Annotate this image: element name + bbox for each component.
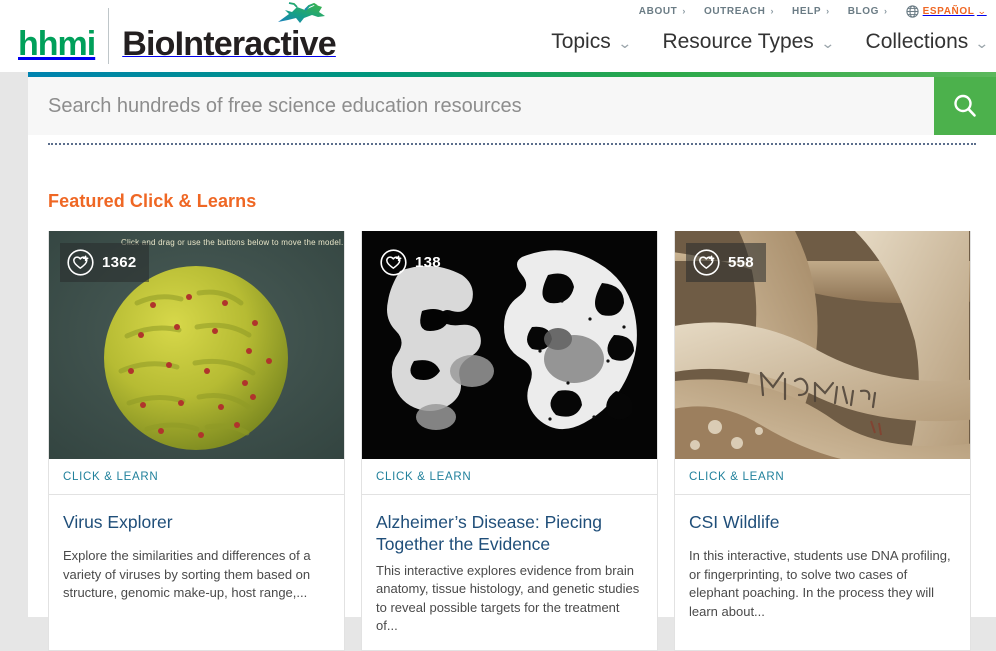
chevron-right-icon: › — [884, 6, 888, 16]
card-title[interactable]: Alzheimer’s Disease: Piecing Together th… — [376, 511, 643, 556]
globe-icon — [905, 5, 919, 18]
section-divider — [48, 143, 976, 145]
page-title: Featured Click & Learns — [48, 191, 257, 211]
main-nav: Topics ⌄ Resource Types ⌄ Collections ⌄ — [551, 30, 990, 54]
card-description: In this interactive, students use DNA pr… — [689, 548, 951, 619]
card-body: CSI Wildlife In this interactive, studen… — [675, 495, 970, 635]
card-body: Virus Explorer Explore the similarities … — [49, 495, 344, 617]
utility-nav-item-about[interactable]: ABOUT › — [639, 6, 686, 17]
chevron-right-icon: › — [770, 6, 775, 16]
search-submit-button[interactable] — [934, 77, 996, 135]
card-kicker: CLICK & LEARN — [362, 459, 657, 495]
site-header: ABOUT › OUTREACH › HELP › BLOG › ESPAÑOL… — [0, 0, 996, 72]
main-content: Featured Click & Learns Click and drag o… — [28, 135, 996, 651]
nav-item-collections[interactable]: Collections ⌄ — [865, 30, 990, 54]
nav-item-resource-types[interactable]: Resource Types ⌄ — [662, 30, 836, 54]
card-title[interactable]: Virus Explorer — [63, 511, 330, 533]
logo-divider — [108, 8, 110, 64]
utility-nav-label: OUTREACH — [703, 6, 766, 17]
card-alzheimers-disease[interactable]: 138 CLICK & LEARN Alzheimer’s Disease: P… — [361, 231, 658, 651]
card-image[interactable]: 558 — [675, 231, 970, 459]
chevron-down-icon: ⌄ — [820, 35, 836, 51]
language-label: ESPAÑOL — [922, 6, 975, 17]
utility-nav-item-blog[interactable]: BLOG › — [848, 6, 888, 17]
utility-nav-label: ABOUT — [638, 6, 678, 17]
chevron-down-icon: ⌄ — [617, 35, 632, 51]
card-virus-explorer[interactable]: Click and drag or use the buttons below … — [48, 231, 345, 651]
utility-nav-label: HELP — [792, 6, 822, 17]
card-image[interactable]: Click and drag or use the buttons below … — [49, 231, 344, 459]
like-badge[interactable]: 138 — [373, 243, 453, 282]
chevron-down-icon: ⌄ — [977, 6, 988, 16]
card-image[interactable]: 138 — [362, 231, 657, 459]
chevron-right-icon: › — [682, 6, 686, 16]
utility-nav-item-help[interactable]: HELP › — [792, 6, 830, 17]
card-csi-wildlife[interactable]: 558 CLICK & LEARN CSI Wildlife In this i… — [674, 231, 971, 651]
like-count: 1362 — [102, 254, 137, 271]
nav-item-topics[interactable]: Topics ⌄ — [551, 30, 632, 54]
search-bar — [28, 77, 996, 135]
logo-hhmi-text: hhmi — [18, 25, 96, 63]
search-icon — [954, 94, 976, 117]
chevron-right-icon: › — [826, 6, 830, 16]
nav-item-label: Resource Types — [662, 30, 814, 53]
card-body: Alzheimer’s Disease: Piecing Together th… — [362, 495, 657, 650]
language-switcher[interactable]: ESPAÑOL ⌄ — [905, 5, 988, 18]
nav-item-label: Topics — [551, 30, 611, 53]
logo-biointeractive-text: BioInteractive — [122, 25, 336, 63]
like-count: 138 — [415, 254, 441, 271]
gecko-icon — [277, 2, 325, 23]
card-image-overlay-text: Click and drag or use the buttons below … — [121, 238, 344, 247]
card-description: Explore the similarities and differences… — [63, 548, 311, 601]
like-badge[interactable]: 1362 — [60, 243, 149, 282]
card-title[interactable]: CSI Wildlife — [689, 511, 956, 533]
featured-card-grid: Click and drag or use the buttons below … — [48, 231, 976, 651]
utility-nav-label: BLOG — [847, 6, 880, 17]
like-count: 558 — [728, 254, 754, 271]
utility-nav: ABOUT › OUTREACH › HELP › BLOG › ESPAÑOL… — [639, 5, 988, 18]
nav-item-label: Collections — [865, 30, 969, 53]
heart-plus-icon — [693, 249, 720, 276]
like-badge[interactable]: 558 — [686, 243, 766, 282]
utility-nav-item-outreach[interactable]: OUTREACH › — [704, 6, 774, 17]
chevron-down-icon: ⌄ — [974, 35, 990, 51]
card-kicker: CLICK & LEARN — [49, 459, 344, 495]
card-description: This interactive explores evidence from … — [376, 562, 640, 634]
site-logo[interactable]: hhmi BioInteractive — [18, 2, 337, 64]
logo-biointeractive-wrap: BioInteractive — [122, 2, 337, 64]
heart-plus-icon — [67, 249, 94, 276]
search-input[interactable] — [28, 77, 934, 135]
card-kicker: CLICK & LEARN — [675, 459, 970, 495]
heart-plus-icon — [380, 249, 407, 276]
